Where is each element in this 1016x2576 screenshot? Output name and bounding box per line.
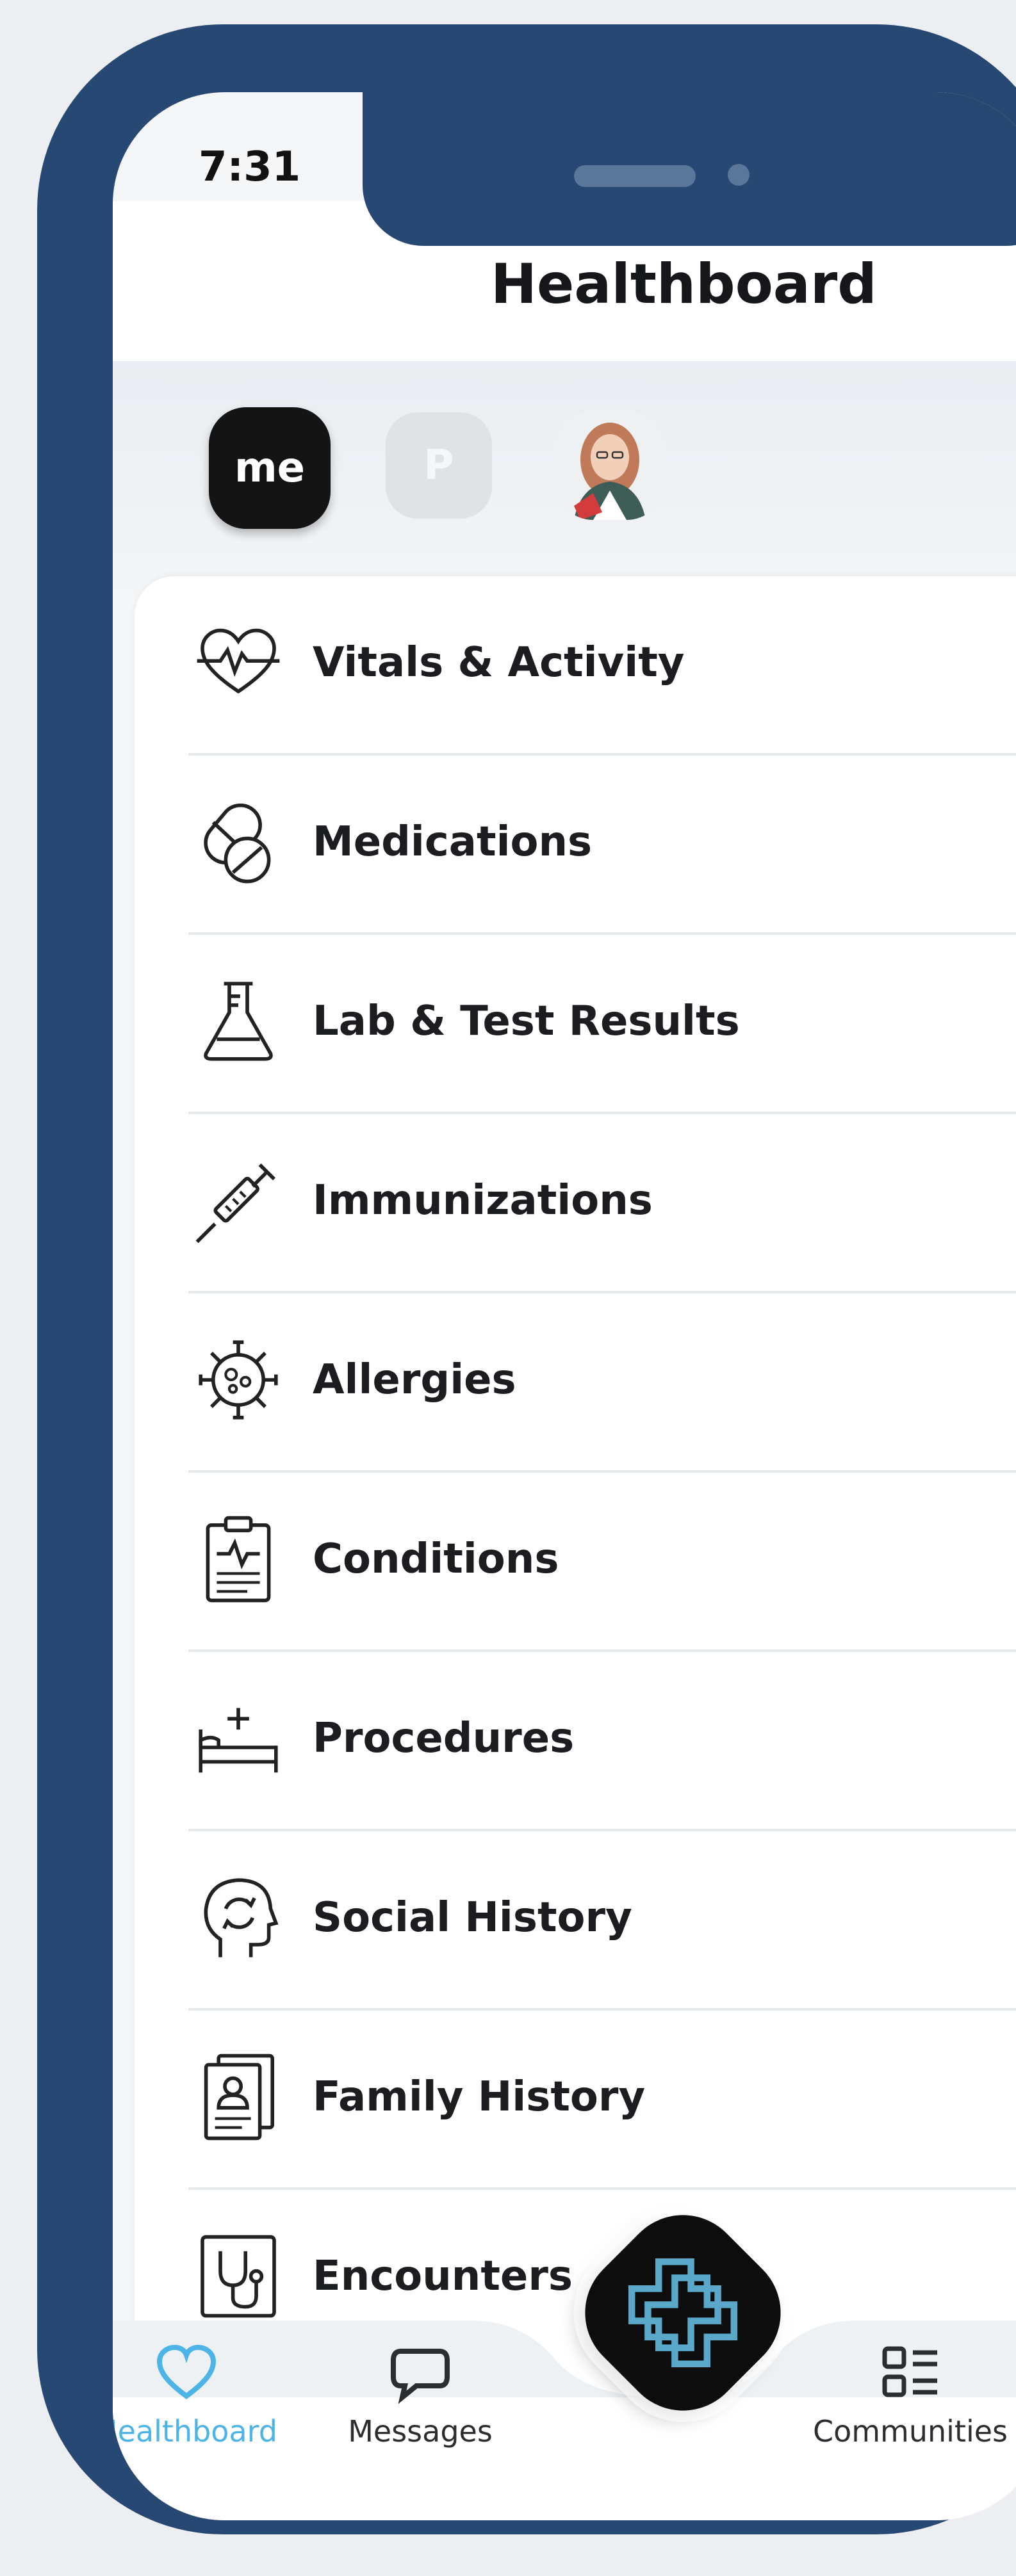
list-item-allergies[interactable]: Allergies (135, 1293, 1016, 1473)
list-item-immunizations[interactable]: Immunizations (135, 1114, 1016, 1293)
tab-messages[interactable]: Messages (337, 2341, 504, 2449)
list-item-conditions[interactable]: Conditions (135, 1473, 1016, 1652)
page-title: Healthboard (491, 252, 877, 316)
syringe-icon (195, 1163, 275, 1243)
tab-messages-label: Messages (348, 2414, 493, 2449)
list-item-label: Conditions (313, 1535, 559, 1583)
virus-icon (199, 1340, 278, 1420)
head-sync-icon (204, 1878, 279, 1957)
family-records-icon (204, 2054, 274, 2141)
stethoscope-doc-icon (201, 2235, 276, 2318)
list-item-medications[interactable]: Medications (135, 756, 1016, 935)
list-item-social-history[interactable]: Social History (135, 1831, 1016, 2011)
list-item-label: Encounters (313, 2253, 573, 2300)
list-item-label: Medications (313, 818, 593, 866)
tab-healthboard[interactable]: Healthboard (113, 2341, 279, 2449)
profile-me-button[interactable]: me (209, 407, 331, 529)
list-item-label: Vitals & Activity (313, 639, 685, 686)
pills-icon (204, 803, 271, 884)
status-bar-time: 7:31 (199, 143, 301, 191)
chat-bubble-icon (391, 2349, 450, 2404)
avatar-photo-icon (555, 410, 665, 520)
front-camera (728, 164, 750, 186)
speaker-grille (574, 165, 696, 187)
tab-communities-label: Communities (812, 2414, 1008, 2449)
heart-pulse-icon (197, 628, 280, 694)
device-notch (363, 92, 1016, 246)
heart-icon (156, 2344, 217, 2399)
list-item-lab-test-results[interactable]: Lab & Test Results (135, 935, 1016, 1114)
list-item-label: Social History (313, 1894, 632, 1941)
list-item-vitals-activity[interactable]: Vitals & Activity (135, 576, 1016, 756)
category-list: Vitals & Activity Medications Lab & Test… (135, 576, 1016, 2433)
list-item-family-history[interactable]: Family History (135, 2011, 1016, 2190)
list-item-label: Lab & Test Results (313, 998, 740, 1045)
communities-grid-icon (882, 2346, 937, 2397)
list-item-procedures[interactable]: Procedures (135, 1652, 1016, 1831)
profile-avatar-button[interactable] (555, 410, 665, 520)
tab-communities[interactable]: Communities (805, 2341, 1016, 2449)
list-item-label: Allergies (313, 1356, 516, 1404)
profile-p-button[interactable]: P (386, 412, 492, 519)
list-item-label: Procedures (313, 1715, 575, 1762)
clipboard-pulse-icon (206, 1516, 271, 1603)
list-item-label: Immunizations (313, 1177, 653, 1224)
phone-screen: 7:31 Healthboard me P Vitals & Activity (113, 92, 1016, 2520)
hospital-bed-icon (199, 1708, 278, 1773)
medical-cross-icon (628, 2258, 738, 2368)
flask-icon (204, 982, 273, 1061)
tab-healthboard-label: Healthboard (113, 2414, 277, 2449)
list-item-label: Family History (313, 2073, 646, 2121)
